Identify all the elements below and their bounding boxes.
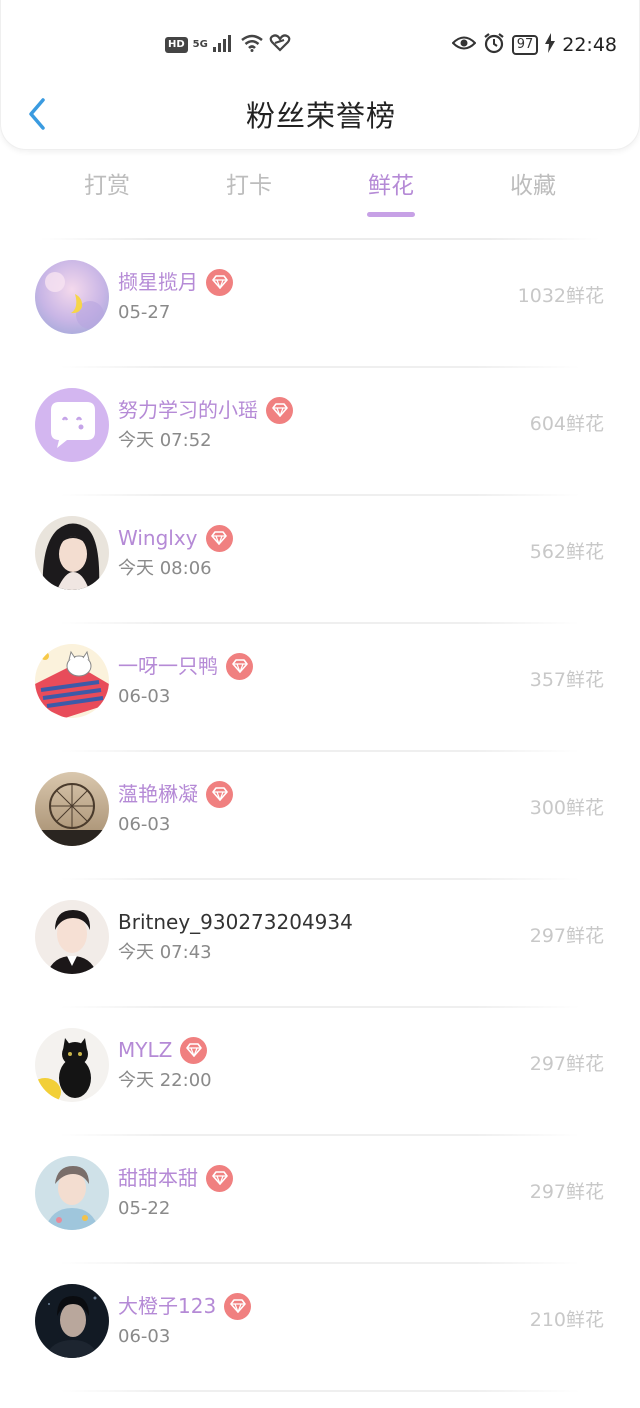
tab-bar: 打赏 打卡 鲜花 收藏 bbox=[0, 160, 640, 224]
ferris-wheel-avatar[interactable] bbox=[35, 772, 109, 846]
nav-bar: 粉丝荣誉榜 bbox=[1, 88, 640, 144]
flower-count: 300鲜花 bbox=[529, 797, 604, 819]
activity-date: 今天 07:52 bbox=[118, 430, 212, 451]
ranking-list: 撷星揽月 05-27 1032鲜花 努力学习的小瑶 今天 07:52 604鲜花… bbox=[0, 238, 640, 1392]
flower-count: 210鲜花 bbox=[529, 1309, 604, 1331]
charging-icon bbox=[545, 33, 556, 57]
flower-count: 297鲜花 bbox=[529, 1181, 604, 1203]
list-item[interactable]: 撷星揽月 05-27 1032鲜花 bbox=[0, 240, 640, 368]
alarm-icon bbox=[483, 32, 505, 58]
status-bar-right: 97 22:48 bbox=[451, 28, 617, 62]
name-line: 一呀一只鸭 bbox=[118, 652, 253, 680]
user-name[interactable]: 努力学习的小瑶 bbox=[118, 396, 258, 424]
divider bbox=[60, 1390, 580, 1392]
activity-date: 05-27 bbox=[118, 302, 171, 323]
list-item[interactable]: 一呀一只鸭 06-03 357鲜花 bbox=[0, 624, 640, 752]
man-portrait-avatar[interactable] bbox=[35, 900, 109, 974]
flower-count: 357鲜花 bbox=[529, 669, 604, 691]
diamond-badge-icon bbox=[266, 396, 293, 424]
list-item[interactable]: 大橙子123 06-03 210鲜花 bbox=[0, 1264, 640, 1392]
activity-date: 今天 22:00 bbox=[118, 1070, 212, 1091]
signal-icon bbox=[212, 34, 235, 56]
status-bar-left: HD 5G bbox=[165, 32, 291, 58]
name-line: MYLZ bbox=[118, 1036, 208, 1064]
dark-portrait-avatar[interactable] bbox=[35, 1284, 109, 1358]
tab-flowers-label: 鲜花 bbox=[368, 173, 414, 199]
boy-portrait-avatar[interactable] bbox=[35, 1156, 109, 1230]
user-name[interactable]: 薀艳楙凝 bbox=[118, 780, 198, 808]
diamond-badge-icon bbox=[206, 1164, 233, 1192]
name-line: Winglxy bbox=[118, 524, 233, 552]
user-name[interactable]: 大橙子123 bbox=[118, 1292, 216, 1320]
woman-portrait-avatar[interactable] bbox=[35, 516, 109, 590]
dreamy-moon-avatar[interactable] bbox=[35, 260, 109, 334]
list-item[interactable]: 薀艳楙凝 06-03 300鲜花 bbox=[0, 752, 640, 880]
activity-date: 06-03 bbox=[118, 686, 171, 707]
list-item[interactable]: Winglxy 今天 08:06 562鲜花 bbox=[0, 496, 640, 624]
list-item[interactable]: 甜甜本甜 05-22 297鲜花 bbox=[0, 1136, 640, 1264]
activity-date: 05-22 bbox=[118, 1198, 171, 1219]
heart-link-icon bbox=[269, 34, 291, 56]
name-line: 撷星揽月 bbox=[118, 268, 233, 296]
cartoon-cat-avatar[interactable] bbox=[35, 644, 109, 718]
diamond-badge-icon bbox=[206, 268, 233, 296]
diamond-badge-icon bbox=[226, 652, 253, 680]
activity-date: 06-03 bbox=[118, 814, 171, 835]
wifi-icon bbox=[240, 34, 264, 56]
flower-count: 297鲜花 bbox=[529, 925, 604, 947]
tab-tip[interactable]: 打赏 bbox=[47, 170, 167, 202]
flower-count: 562鲜花 bbox=[529, 541, 604, 563]
diamond-badge-icon bbox=[180, 1036, 208, 1064]
activity-date: 06-03 bbox=[118, 1326, 171, 1347]
tab-checkin[interactable]: 打卡 bbox=[189, 170, 309, 202]
name-line: 薀艳楙凝 bbox=[118, 780, 233, 808]
default-chat-avatar[interactable] bbox=[35, 388, 109, 462]
tab-active-indicator bbox=[367, 212, 415, 217]
user-name[interactable]: Winglxy bbox=[118, 524, 198, 552]
diamond-badge-icon bbox=[224, 1292, 252, 1320]
list-item[interactable]: MYLZ 今天 22:00 297鲜花 bbox=[0, 1008, 640, 1136]
diamond-badge-icon bbox=[206, 780, 233, 808]
header-card: HD 5G 97 22:48 粉丝荣誉榜 bbox=[0, 0, 640, 150]
eye-icon bbox=[451, 34, 477, 56]
flower-count: 1032鲜花 bbox=[517, 285, 604, 307]
tab-favorites[interactable]: 收藏 bbox=[473, 170, 593, 202]
flower-count: 297鲜花 bbox=[529, 1053, 604, 1075]
user-name[interactable]: 一呀一只鸭 bbox=[118, 652, 218, 680]
user-name[interactable]: 甜甜本甜 bbox=[118, 1164, 198, 1192]
tab-flowers[interactable]: 鲜花 bbox=[331, 170, 451, 217]
activity-date: 今天 07:43 bbox=[118, 942, 212, 963]
hd-badge: HD bbox=[165, 37, 188, 53]
user-name[interactable]: 撷星揽月 bbox=[118, 268, 198, 296]
flower-count: 604鲜花 bbox=[529, 413, 604, 435]
user-name[interactable]: MYLZ bbox=[118, 1036, 172, 1064]
user-name[interactable]: Britney_930273204934 bbox=[118, 908, 353, 936]
name-line: 大橙子123 bbox=[118, 1292, 252, 1320]
list-item[interactable]: Britney_930273204934 今天 07:43 297鲜花 bbox=[0, 880, 640, 1008]
name-line: 努力学习的小瑶 bbox=[118, 396, 293, 424]
black-cat-avatar[interactable] bbox=[35, 1028, 109, 1102]
network-type: 5G bbox=[192, 39, 208, 50]
status-bar: HD 5G 97 22:48 bbox=[1, 28, 640, 62]
name-line: Britney_930273204934 bbox=[118, 908, 353, 936]
status-time: 22:48 bbox=[562, 34, 617, 56]
battery-level: 97 bbox=[511, 35, 539, 55]
list-item[interactable]: 努力学习的小瑶 今天 07:52 604鲜花 bbox=[0, 368, 640, 496]
activity-date: 今天 08:06 bbox=[118, 558, 212, 579]
diamond-badge-icon bbox=[205, 524, 233, 552]
page-title: 粉丝荣誉榜 bbox=[245, 99, 396, 133]
name-line: 甜甜本甜 bbox=[118, 1164, 233, 1192]
